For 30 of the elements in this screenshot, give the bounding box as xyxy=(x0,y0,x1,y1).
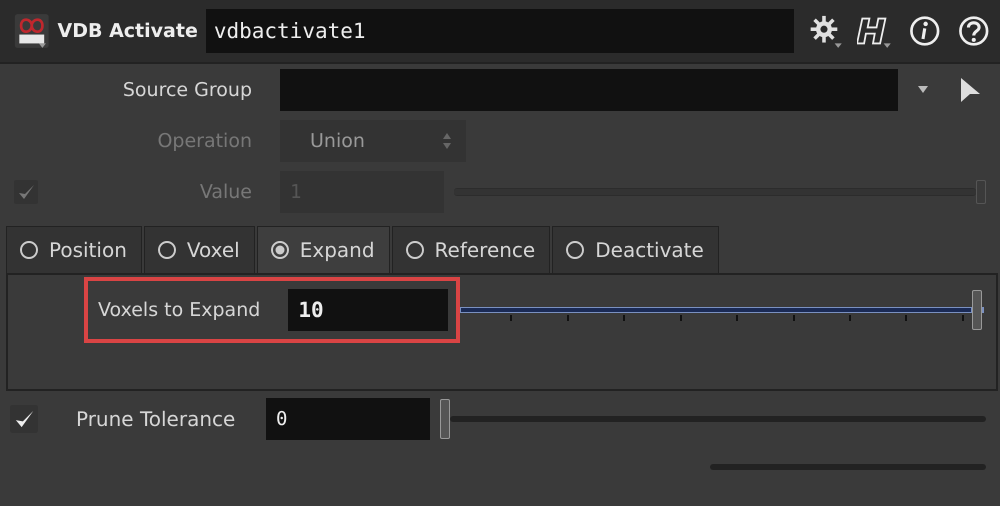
tab[interactable]: Reference xyxy=(392,226,550,273)
parameter-label: Value xyxy=(198,180,252,202)
voxels-field[interactable]: 10 xyxy=(288,289,448,331)
node-type-label: VDB Activate xyxy=(58,20,198,42)
parameter-label: Prune Tolerance xyxy=(76,407,236,431)
node-type-icon[interactable] xyxy=(14,11,50,51)
slider-thumb[interactable] xyxy=(972,290,982,330)
prune-slider[interactable] xyxy=(440,398,986,440)
radio-icon xyxy=(565,240,586,260)
toggle-checkbox[interactable] xyxy=(10,405,38,433)
parameter-label: Source Group xyxy=(122,78,252,100)
parameter-label: Voxels to Expand xyxy=(98,299,260,321)
tab[interactable]: Deactivate xyxy=(552,226,719,273)
radio-icon xyxy=(19,240,39,260)
radio-icon xyxy=(404,240,425,260)
radio-icon xyxy=(156,240,177,260)
radio-icon xyxy=(270,240,290,260)
spinner-arrows-icon xyxy=(442,130,452,150)
gear-icon[interactable] xyxy=(808,13,844,49)
slider-thumb[interactable] xyxy=(440,399,450,439)
cursor-arrow-icon[interactable] xyxy=(958,76,982,104)
tab[interactable]: Position xyxy=(6,226,142,273)
source-group-field[interactable] xyxy=(280,68,898,110)
parameter-label: Operation xyxy=(156,130,252,152)
voxels-slider[interactable] xyxy=(460,289,984,331)
slider-track[interactable] xyxy=(710,464,986,470)
tab[interactable]: Expand xyxy=(256,226,390,273)
tab[interactable]: Voxel xyxy=(144,226,255,273)
node-name-field[interactable]: vdbactivate1 xyxy=(206,9,794,53)
prune-tolerance-field[interactable]: 0 xyxy=(266,398,430,440)
